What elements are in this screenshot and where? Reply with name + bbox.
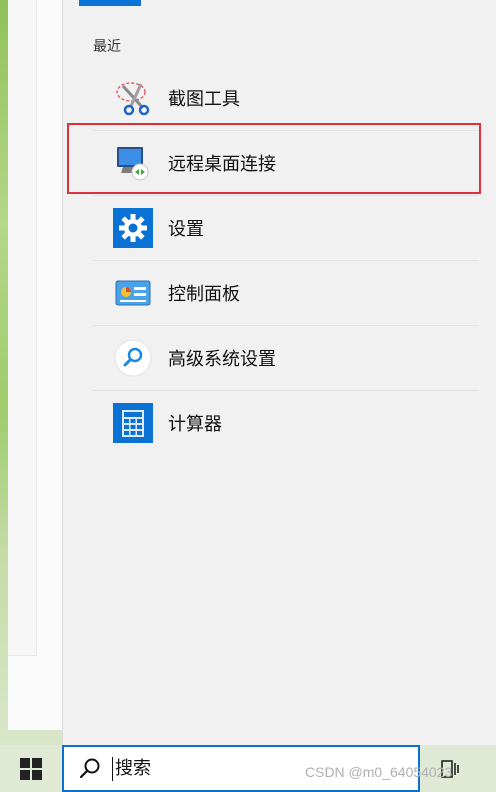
search-icon (78, 757, 102, 781)
app-item-settings[interactable]: 设置 (93, 196, 479, 261)
app-item-advanced-system-settings[interactable]: 高级系统设置 (93, 326, 479, 391)
recent-section-title: 最近 (93, 39, 121, 55)
search-input[interactable] (112, 756, 285, 781)
app-item-label: 控制面板 (168, 284, 240, 305)
watermark-text: CSDN @m0_64054023 (305, 764, 453, 780)
app-item-control-panel[interactable]: 控制面板 (93, 261, 479, 326)
app-item-snipping-tool[interactable]: 截图工具 (93, 66, 479, 131)
advanced-settings-search-icon (113, 338, 153, 378)
app-item-remote-desktop[interactable]: 远程桌面连接 (93, 131, 479, 196)
control-panel-icon (113, 273, 153, 313)
app-item-label: 计算器 (168, 414, 222, 435)
app-item-label: 高级系统设置 (168, 349, 276, 370)
app-item-calculator[interactable]: 计算器 (93, 391, 479, 455)
calculator-icon (113, 403, 153, 443)
settings-gear-icon (113, 208, 153, 248)
remote-desktop-icon (113, 143, 153, 183)
start-button[interactable] (0, 745, 62, 792)
snipping-tool-icon (113, 78, 153, 118)
start-search-panel: 最近 截图工具 远程桌面连接 设置 控制面板 高级系统设置 计算器 (62, 0, 496, 745)
app-item-label: 设置 (168, 219, 204, 240)
app-item-label: 截图工具 (168, 89, 240, 110)
active-tab-indicator (79, 0, 141, 6)
recent-app-list: 截图工具 远程桌面连接 设置 控制面板 高级系统设置 计算器 (93, 66, 479, 455)
app-item-label: 远程桌面连接 (168, 154, 276, 175)
background-window (8, 0, 63, 730)
windows-logo-icon (20, 757, 42, 780)
